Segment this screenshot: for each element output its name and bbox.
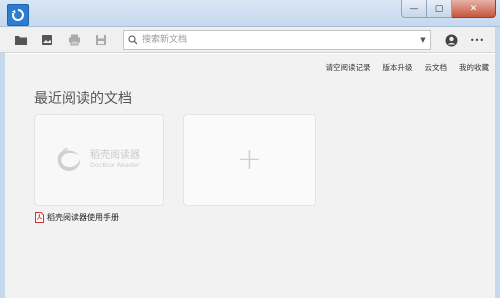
user-icon[interactable] [442,31,460,49]
recent-file-name[interactable]: 稻壳阅读器使用手册 [47,212,119,223]
docbox-logo: 稻壳阅读器 DocBox Reader [55,148,140,172]
title-bar: — ▢ ✕ [0,0,500,27]
clear-history-link[interactable]: 请空阅读记录 [326,62,371,73]
cloud-docs-link[interactable]: 云文档 [425,62,448,73]
search-icon [124,31,142,49]
recent-doc-card[interactable]: 稻壳阅读器 DocBox Reader [34,114,164,206]
window-frame-right [495,27,500,298]
open-folder-icon[interactable] [12,31,30,49]
plus-icon: + [236,142,263,177]
docbox-logo-icon [57,148,81,171]
maximize-button[interactable]: ▢ [427,0,452,18]
recent-file-item[interactable]: 稻壳阅读器使用手册 [34,212,119,223]
add-document-card[interactable]: + [183,114,316,206]
top-links: 请空阅读记录 版本升级 云文档 我的收藏 [326,62,490,73]
minimize-button[interactable]: — [401,0,427,18]
search-dropdown-icon[interactable]: ▼ [416,36,430,44]
favorites-link[interactable]: 我的收藏 [459,62,489,73]
image-icon[interactable] [38,31,56,49]
window-controls: — ▢ ✕ [401,0,496,19]
pdf-icon [34,212,44,223]
page-title: 最近阅读的文档 [34,91,132,107]
upgrade-link[interactable]: 版本升级 [383,62,413,73]
print-icon[interactable] [65,31,83,49]
more-menu-icon[interactable]: ••• [466,31,488,49]
search-input[interactable] [142,32,416,48]
toolbar: ▼ ••• [0,27,500,53]
main-area: 请空阅读记录 版本升级 云文档 我的收藏 最近阅读的文档 稻壳阅读器 DocBo… [5,54,495,298]
logo-text-en: DocBox Reader [90,160,140,169]
save-icon[interactable] [92,31,110,49]
app-logo-icon[interactable] [7,4,29,26]
close-button[interactable]: ✕ [452,0,496,18]
search-box[interactable]: ▼ [123,30,431,50]
